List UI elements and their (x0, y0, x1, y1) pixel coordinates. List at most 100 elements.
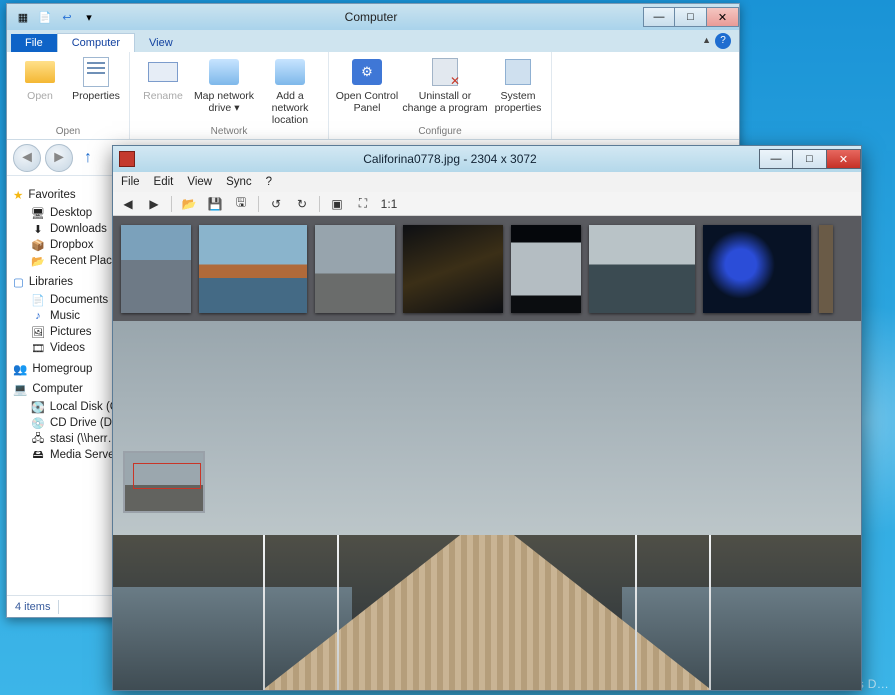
status-separator (58, 600, 59, 614)
tool-save-icon[interactable]: 💾 (204, 194, 226, 214)
viewer-titlebar[interactable]: Califorina0778.jpg - 2304 x 3072 — □ ✕ (113, 146, 861, 172)
thumbnail[interactable] (199, 225, 307, 313)
tool-rotate-ccw-icon[interactable]: ↺ (265, 194, 287, 214)
ribbon-group-open: Open Properties Open (7, 52, 130, 139)
sidebar-item-recent[interactable]: 📂Recent Places (11, 253, 124, 269)
sidebar-heading-favorites[interactable]: Favorites (13, 188, 124, 202)
ribbon-tab-computer[interactable]: Computer (57, 33, 135, 52)
explorer-minimize-button[interactable]: — (643, 7, 675, 27)
ribbon-group-open-label: Open (13, 126, 123, 139)
ribbon-group-configure: ⚙Open Control Panel Uninstall or change … (329, 52, 552, 139)
sidebar-heading-homegroup[interactable]: 👥Homegroup (13, 362, 124, 376)
viewer-app-icon (119, 151, 135, 167)
ribbon-add-location-button[interactable]: Add a network location (258, 56, 322, 126)
ribbon-properties-button[interactable]: Properties (69, 56, 123, 102)
menu-edit[interactable]: Edit (154, 176, 174, 188)
quick-access-toolbar: ▦ 📄 ↩ ▾ (13, 8, 99, 26)
help-icon[interactable]: ? (715, 33, 731, 49)
homegroup-icon: 👥 (13, 362, 27, 376)
toolbar-divider (258, 196, 259, 212)
viewer-menu-bar: File Edit View Sync ? (113, 172, 861, 192)
tool-next-button[interactable]: ▶ (143, 194, 165, 214)
qat-newfolder-icon[interactable]: 📄 (35, 8, 55, 26)
desktop-icon: 🖥 (31, 206, 45, 220)
ribbon-control-panel-button[interactable]: ⚙Open Control Panel (335, 56, 399, 114)
sidebar-item-desktop[interactable]: 🖥Desktop (11, 205, 124, 221)
tool-fullscreen-icon[interactable]: ⛶ (352, 194, 374, 214)
thumbnail[interactable] (403, 225, 503, 313)
thumbnail-strip[interactable] (113, 216, 861, 321)
main-image-viewport[interactable] (113, 321, 861, 690)
nav-back-button[interactable]: ◄ (13, 144, 41, 172)
tool-actualsize-icon[interactable]: 1:1 (378, 194, 400, 214)
qat-undo-icon[interactable]: ↩ (57, 8, 77, 26)
thumbnail[interactable] (819, 225, 833, 313)
viewer-maximize-button[interactable]: □ (793, 149, 827, 169)
ribbon-cp-label: Open Control Panel (336, 90, 398, 114)
navigator-minimap[interactable] (123, 451, 205, 513)
menu-view[interactable]: View (187, 176, 212, 188)
qat-dropdown-icon[interactable]: ▾ (79, 8, 99, 26)
ribbon-rename-label: Rename (143, 90, 183, 102)
explorer-titlebar[interactable]: ▦ 📄 ↩ ▾ Computer — □ ✕ (7, 4, 739, 30)
sidebar-item-cd-drive[interactable]: 💿CD Drive (D:) (11, 415, 124, 431)
drive-icon: 💽 (31, 400, 45, 414)
sidebar-item-media-server[interactable]: 🖴Media Server (11, 447, 124, 463)
nav-up-button[interactable]: ↑ (77, 147, 99, 169)
ribbon-tabs: File Computer View ▲ ? (7, 30, 739, 52)
ribbon-add-label: Add a network location (272, 90, 309, 126)
sidebar-item-local-disk[interactable]: 💽Local Disk (C:) (11, 399, 124, 415)
tool-slideshow-icon[interactable]: ▣ (326, 194, 348, 214)
ribbon-body: Open Properties Open Rename Map network … (7, 52, 739, 140)
thumbnail[interactable] (703, 225, 811, 313)
ribbon-rename-button[interactable]: Rename (136, 56, 190, 126)
tool-rotate-cw-icon[interactable]: ↻ (291, 194, 313, 214)
menu-help[interactable]: ? (266, 176, 272, 188)
ribbon-map-label: Map network drive ▾ (194, 90, 254, 114)
viewer-minimize-button[interactable]: — (759, 149, 793, 169)
viewer-close-button[interactable]: ✕ (827, 149, 861, 169)
explorer-title: Computer (99, 10, 643, 24)
libraries-icon: ▢ (13, 275, 24, 289)
ribbon-collapse-icon[interactable]: ▲ (702, 35, 711, 45)
sidebar-item-videos[interactable]: 🎞Videos (11, 340, 124, 356)
thumbnail[interactable] (511, 225, 581, 313)
sidebar-item-music[interactable]: ♪Music (11, 308, 124, 324)
navigation-pane: Favorites 🖥Desktop ⬇Downloads 📦Dropbox 📂… (7, 176, 129, 595)
sidebar-heading-libraries[interactable]: ▢Libraries (13, 275, 124, 289)
thumbnail[interactable] (589, 225, 695, 313)
sidebar-item-dropbox[interactable]: 📦Dropbox (11, 237, 124, 253)
image-rail (337, 535, 339, 690)
explorer-close-button[interactable]: ✕ (707, 7, 739, 27)
downloads-icon: ⬇ (31, 222, 45, 236)
tool-open-icon[interactable]: 📂 (178, 194, 200, 214)
network-drive-icon: 🖧 (31, 432, 45, 446)
ribbon-open-button[interactable]: Open (13, 56, 67, 102)
viewer-window-controls: — □ ✕ (759, 149, 861, 169)
menu-sync[interactable]: Sync (226, 176, 252, 188)
tool-saveas-icon[interactable]: 🖫 (230, 194, 252, 214)
viewer-title: Califorina0778.jpg - 2304 x 3072 (141, 152, 759, 166)
sidebar-item-network-share[interactable]: 🖧stasi (\\herr… (11, 431, 124, 447)
ribbon-map-drive-button[interactable]: Map network drive ▾ (192, 56, 256, 126)
thumbnail-selected[interactable] (315, 225, 395, 313)
pictures-icon: 🖼 (31, 325, 45, 339)
ribbon-group-network: Rename Map network drive ▾ Add a network… (130, 52, 329, 139)
sidebar-item-downloads[interactable]: ⬇Downloads (11, 221, 124, 237)
sidebar-item-documents[interactable]: 📄Documents (11, 292, 124, 308)
computer-icon: 💻 (13, 382, 27, 396)
menu-file[interactable]: File (121, 176, 140, 188)
qat-properties-icon[interactable]: ▦ (13, 8, 33, 26)
ribbon-tab-view[interactable]: View (135, 34, 187, 52)
ribbon-tab-file[interactable]: File (11, 34, 57, 52)
ribbon-group-configure-label: Configure (335, 126, 545, 139)
sidebar-item-pictures[interactable]: 🖼Pictures (11, 324, 124, 340)
cd-icon: 💿 (31, 416, 45, 430)
tool-prev-button[interactable]: ◀ (117, 194, 139, 214)
thumbnail[interactable] (121, 225, 191, 313)
ribbon-system-button[interactable]: System properties (491, 56, 545, 114)
explorer-maximize-button[interactable]: □ (675, 7, 707, 27)
sidebar-heading-computer[interactable]: 💻Computer (13, 382, 124, 396)
ribbon-uninstall-button[interactable]: Uninstall or change a program (401, 56, 489, 114)
nav-forward-button[interactable]: ► (45, 144, 73, 172)
